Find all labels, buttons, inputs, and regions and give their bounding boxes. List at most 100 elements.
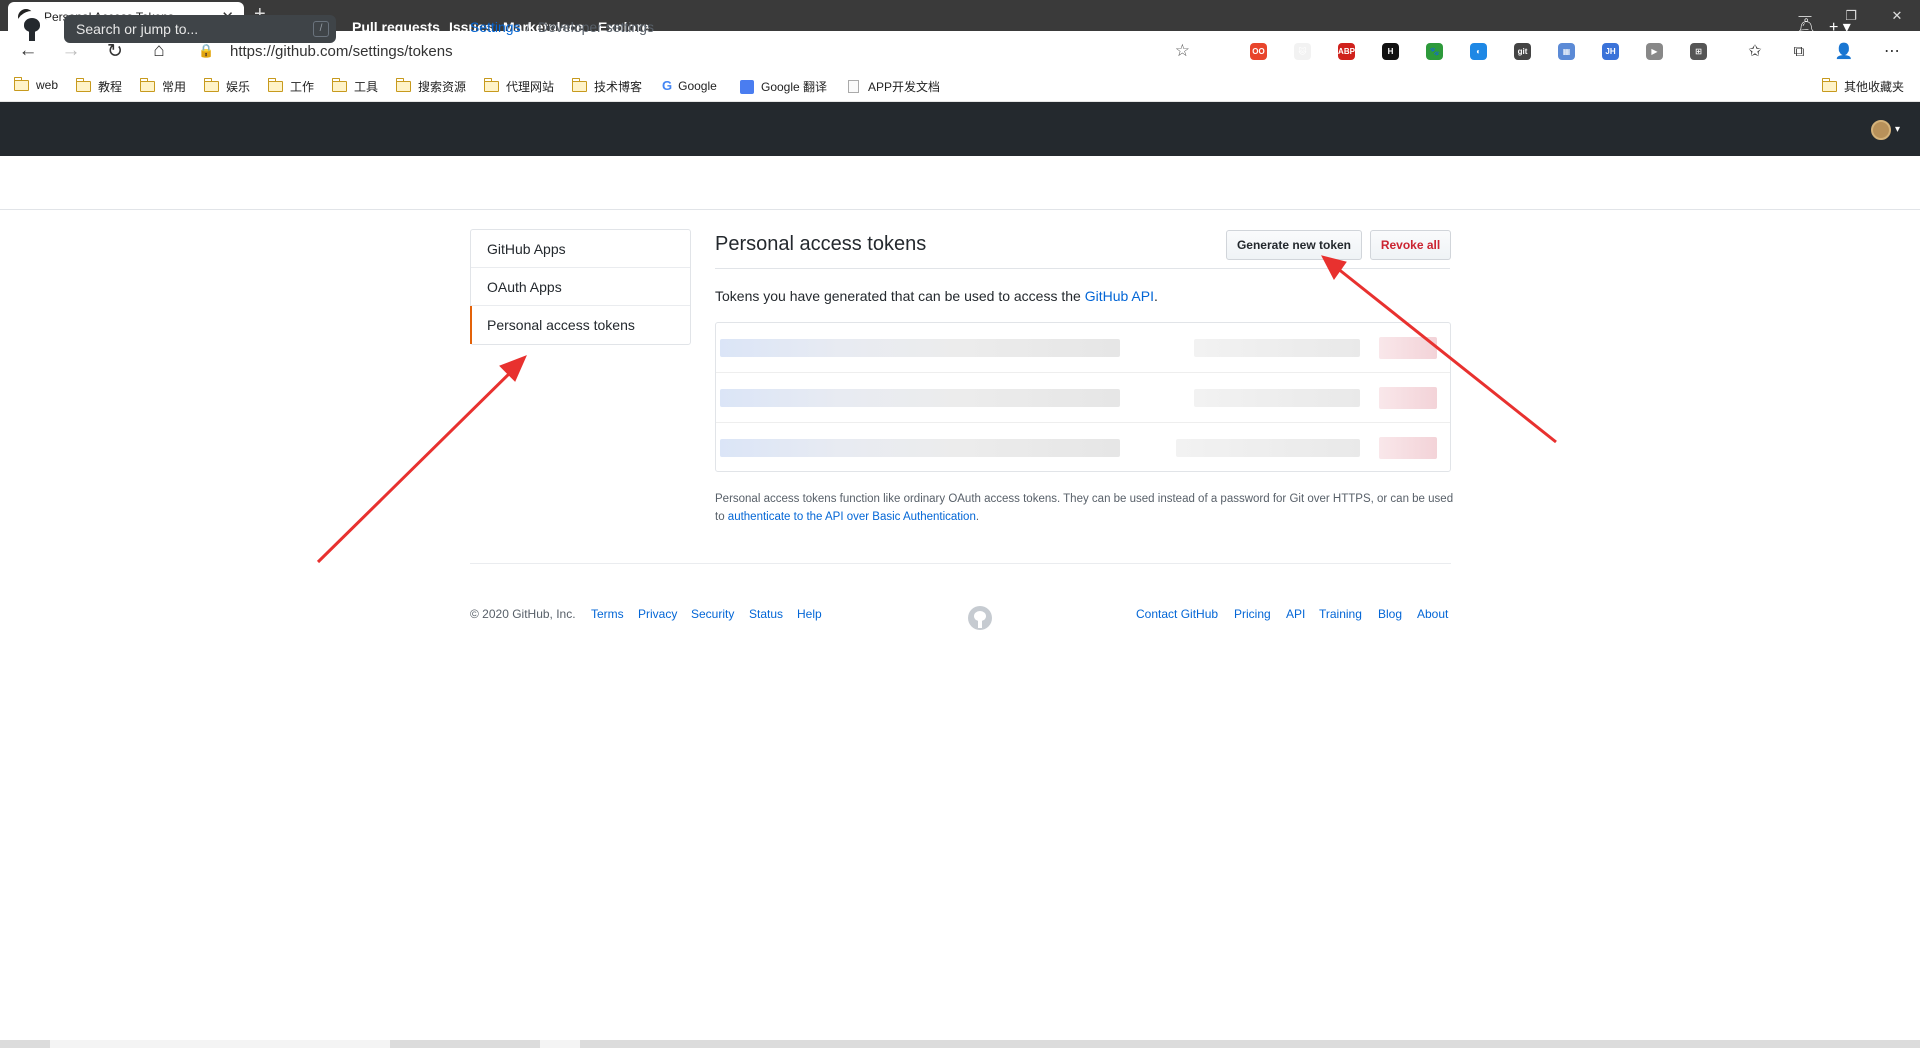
collections-icon[interactable]: ⧉ — [1787, 39, 1811, 63]
footer-link-security[interactable]: Security — [691, 607, 734, 621]
taskbar-strip — [0, 1040, 1920, 1048]
footer-link-about[interactable]: About — [1417, 607, 1448, 621]
token-last-used-redacted — [1176, 439, 1360, 457]
bookmark-label: 代理网站 — [506, 80, 555, 94]
bookmark-item[interactable]: 娱乐 — [203, 78, 250, 95]
menu-item-personal-access-tokens[interactable]: Personal access tokens — [470, 306, 690, 344]
bookmark-label: 工作 — [290, 80, 315, 94]
token-row — [716, 323, 1450, 373]
address-bar[interactable]: 🔒 https://github.com/settings/tokens ☆ — [188, 35, 1198, 67]
intro-text-end: . — [1153, 288, 1158, 304]
token-delete-button-redacted[interactable] — [1379, 437, 1437, 459]
folder-icon — [267, 78, 283, 92]
github-api-link[interactable]: GitHub API — [1085, 288, 1154, 304]
generate-new-token-button[interactable]: Generate new token — [1226, 230, 1362, 260]
folder-icon — [75, 78, 91, 92]
breadcrumb-current: Developer settings — [538, 19, 654, 35]
extension-icon[interactable]: git — [1514, 43, 1531, 60]
bookmark-item[interactable]: Google 翻译 — [740, 78, 827, 95]
bookmark-item[interactable]: 教程 — [75, 78, 123, 95]
lock-icon: 🔒 — [198, 43, 215, 58]
token-row — [716, 423, 1450, 471]
intro-text-body: Tokens you have generated that can be us… — [715, 288, 1085, 304]
extension-icon[interactable]: ▶ — [1646, 43, 1663, 60]
revoke-all-button[interactable]: Revoke all — [1370, 230, 1451, 260]
extension-icon[interactable]: 🐾 — [1426, 43, 1443, 60]
create-new-plus-icon[interactable]: + ▾ — [1829, 17, 1851, 37]
github-header — [0, 102, 1920, 156]
notifications-bell-icon[interactable]: 🔔︎ — [1796, 17, 1816, 37]
github-logo-icon[interactable] — [16, 11, 48, 43]
bookmark-label: Google — [678, 78, 717, 93]
extension-icon[interactable]: ABP — [1338, 43, 1355, 60]
extension-icon[interactable]: OO — [1250, 43, 1267, 60]
bookmark-item[interactable]: 技术博客 — [571, 78, 643, 95]
token-delete-button-redacted[interactable] — [1379, 337, 1437, 359]
arrow-to-menu-item — [316, 363, 520, 564]
breadcrumb-settings-link[interactable]: Settings — [470, 19, 521, 35]
bookmark-label: web — [36, 78, 59, 92]
extension-icon[interactable]: ◐ — [1470, 43, 1487, 60]
page-title: Personal access tokens — [715, 233, 927, 255]
bookmark-item[interactable]: 工作 — [267, 78, 315, 95]
footer-link-contact[interactable]: Contact GitHub — [1136, 607, 1218, 621]
bookmark-item[interactable]: 工具 — [331, 78, 379, 95]
menu-item-oauth-apps[interactable]: OAuth Apps — [471, 268, 690, 306]
token-last-used-redacted — [1194, 389, 1360, 407]
bookmark-item[interactable]: APP开发文档 — [848, 78, 940, 95]
extension-icon[interactable]: JH — [1602, 43, 1619, 60]
user-avatar[interactable] — [1871, 120, 1891, 140]
footer-link-privacy[interactable]: Privacy — [638, 607, 677, 621]
profile-icon[interactable]: 👤 — [1832, 39, 1856, 63]
bookmark-label: 常用 — [162, 80, 187, 94]
token-delete-button-redacted[interactable] — [1379, 387, 1437, 409]
folder-icon — [483, 78, 499, 92]
token-name-redacted[interactable] — [720, 389, 1120, 407]
intro-text: Tokens you have generated that can be us… — [715, 288, 1158, 304]
tokens-footnote: Personal access tokens function like ord… — [715, 490, 1455, 526]
search-placeholder: Search or jump to... — [76, 21, 199, 37]
footer-link-status[interactable]: Status — [749, 607, 783, 621]
token-name-redacted[interactable] — [720, 439, 1120, 457]
bookmark-item[interactable]: 搜索资源 — [395, 78, 467, 95]
extension-icon[interactable]: H — [1382, 43, 1399, 60]
basic-auth-link[interactable]: authenticate to the API over Basic Authe… — [728, 511, 976, 523]
favorite-star-icon[interactable]: ☆ — [1175, 41, 1190, 61]
google-icon: G — [662, 78, 673, 93]
nav-pull-requests[interactable]: Pull requests — [352, 19, 440, 35]
close-window-icon[interactable]: ✕ — [1874, 0, 1920, 31]
footer-divider — [470, 563, 1451, 564]
search-input[interactable]: Search or jump to... / — [64, 15, 336, 43]
footer-github-logo-icon[interactable] — [968, 606, 992, 630]
bookmark-label: 搜索资源 — [418, 80, 467, 94]
search-shortcut-hint: / — [313, 21, 329, 37]
title-divider — [715, 268, 1450, 269]
bookmark-label: 工具 — [354, 80, 379, 94]
extension-icon[interactable]: 🐱 — [1294, 43, 1311, 60]
folder-icon — [571, 78, 587, 92]
other-bookmarks[interactable]: 其他收藏夹 — [1821, 78, 1904, 95]
token-name-redacted[interactable] — [720, 339, 1120, 357]
extension-icon[interactable]: ▦ — [1558, 43, 1575, 60]
developer-settings-menu: GitHub Apps OAuth Apps Personal access t… — [470, 229, 691, 345]
bookmark-item[interactable]: 常用 — [139, 78, 187, 95]
footer-link-blog[interactable]: Blog — [1378, 607, 1402, 621]
footer-link-terms[interactable]: Terms — [591, 607, 624, 621]
favorites-icon[interactable]: ✩ — [1743, 39, 1767, 63]
bookmark-item[interactable]: G Google — [662, 78, 717, 93]
bookmark-item[interactable]: web — [13, 76, 59, 92]
bookmark-item[interactable]: 代理网站 — [483, 78, 555, 95]
footer-link-api[interactable]: API — [1286, 607, 1305, 621]
footer-link-pricing[interactable]: Pricing — [1234, 607, 1271, 621]
more-menu-icon[interactable]: ⋯ — [1880, 39, 1904, 63]
token-list — [715, 322, 1451, 472]
menu-item-github-apps[interactable]: GitHub Apps — [471, 230, 690, 268]
avatar-dropdown-icon[interactable]: ▾ — [1895, 124, 1900, 135]
extension-icon[interactable]: ⊞ — [1690, 43, 1707, 60]
arrow-head-menu — [499, 355, 527, 382]
bookmark-label: 教程 — [98, 80, 123, 94]
footer-link-help[interactable]: Help — [797, 607, 822, 621]
token-row — [716, 373, 1450, 423]
footer-link-training[interactable]: Training — [1319, 607, 1362, 621]
bookmark-label: 技术博客 — [594, 80, 643, 94]
